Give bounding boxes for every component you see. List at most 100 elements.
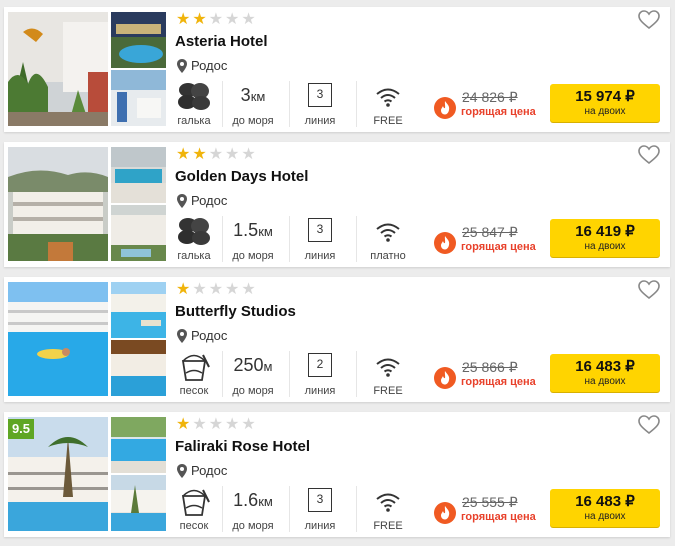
beach-line: 3 линия	[289, 486, 350, 532]
beach-line-value: 3	[308, 83, 332, 107]
hotel-photo-main[interactable]	[8, 12, 108, 126]
hot-price-label: горящая цена	[461, 511, 536, 523]
price-value: 16 483 ₽	[575, 493, 635, 510]
favorite-heart-icon[interactable]	[638, 415, 660, 435]
hotel-photo-thumb[interactable]	[111, 205, 166, 261]
star-empty-icon: ★	[241, 416, 256, 433]
star-filled-icon: ★	[176, 416, 191, 433]
sand-bucket-icon	[181, 489, 210, 516]
star-rating: ★ ★ ★ ★ ★	[176, 282, 256, 298]
location-pin-icon	[177, 328, 187, 343]
beach-line-label: линия	[304, 115, 336, 127]
beach-type-label: песок	[179, 385, 209, 397]
hotel-photo-thumb-image	[111, 282, 166, 338]
fire-icon	[434, 97, 456, 119]
star-empty-icon: ★	[241, 281, 256, 298]
hotel-name[interactable]: Faliraki Rose Hotel	[175, 438, 310, 455]
hotel-photo-thumb[interactable]	[111, 147, 166, 203]
beach-line-label: линия	[304, 250, 336, 262]
price-sub-label: на двоих	[584, 376, 626, 387]
hotel-name[interactable]: Asteria Hotel	[175, 33, 268, 50]
old-price: 25 555 ₽	[462, 494, 518, 510]
beach-type-label: галька	[177, 115, 211, 127]
beach-line-value: 3	[308, 488, 332, 512]
hotel-photo-thumb[interactable]	[111, 282, 166, 338]
hotel-name[interactable]: Golden Days Hotel	[175, 168, 308, 185]
favorite-heart-icon[interactable]	[638, 280, 660, 300]
beach-line-value: 2	[308, 353, 332, 377]
hotel-name[interactable]: Butterfly Studios	[175, 303, 296, 320]
hot-price-label: горящая цена	[461, 376, 536, 388]
star-filled-icon: ★	[192, 11, 207, 28]
favorite-heart-icon[interactable]	[638, 145, 660, 165]
hotel-location: Родос	[177, 463, 227, 478]
star-empty-icon: ★	[241, 146, 256, 163]
favorite-heart-icon[interactable]	[638, 10, 660, 30]
star-empty-icon: ★	[208, 146, 224, 163]
sea-distance-label: до моря	[232, 115, 274, 127]
hotel-photo-thumb-image	[111, 70, 166, 126]
beach-line: 3 линия	[289, 81, 350, 127]
star-empty-icon: ★	[192, 281, 207, 298]
hotel-photo-thumb-image	[111, 417, 166, 473]
hotel-photo-thumb[interactable]	[111, 70, 166, 126]
sea-distance-unit: км	[258, 224, 273, 239]
hotel-photo-thumb-image	[111, 340, 166, 396]
hotel-card[interactable]: ★ ★ ★ ★ ★ Golden Days Hotel Родос галька 1.5…	[4, 142, 670, 267]
star-filled-icon: ★	[176, 146, 191, 163]
wifi-info: FREE	[356, 486, 419, 532]
location-text: Родос	[191, 193, 228, 208]
hotel-photo-thumb[interactable]	[111, 12, 166, 68]
price-button[interactable]: 16 483 ₽ на двоих	[550, 489, 660, 527]
price-sub-label: на двоих	[584, 241, 626, 252]
hotel-photo-thumb-image	[111, 12, 166, 68]
hotel-photo-image	[8, 282, 108, 396]
star-empty-icon: ★	[225, 416, 240, 433]
hotel-photo-main[interactable]	[8, 147, 108, 261]
star-empty-icon: ★	[225, 146, 240, 163]
sea-distance-value: 1.6	[233, 490, 259, 510]
price-button[interactable]: 16 483 ₽ на двоих	[550, 354, 660, 392]
rating-badge: 9.5	[8, 419, 34, 439]
pebbles-icon	[178, 83, 210, 110]
hotel-card[interactable]: ★ ★ ★ ★ ★ Butterfly Studios Родос песок 250м…	[4, 277, 670, 402]
wifi-label: FREE	[373, 115, 403, 127]
hotel-photo-thumb[interactable]	[111, 340, 166, 396]
sea-distance-value: 3	[240, 85, 251, 105]
price-button[interactable]: 16 419 ₽ на двоих	[550, 219, 660, 257]
star-rating: ★ ★ ★ ★ ★	[176, 147, 256, 163]
sea-distance-unit: м	[263, 359, 273, 374]
beach-type: галька	[174, 81, 214, 127]
hotel-photo-thumb[interactable]	[111, 475, 166, 531]
hotel-card[interactable]: 9.5 ★ ★ ★ ★ ★ Faliraki Rose Hotel Родос …	[4, 412, 670, 537]
beach-line-label: линия	[304, 385, 336, 397]
hotel-photo-main[interactable]	[8, 282, 108, 396]
star-empty-icon: ★	[241, 11, 256, 28]
sand-bucket-icon	[181, 354, 210, 381]
hotel-photo-image	[8, 147, 108, 261]
hotel-card[interactable]: ★ ★ ★ ★ ★ Asteria Hotel Родос галька 3км до …	[4, 7, 670, 132]
price-button[interactable]: 15 974 ₽ на двоих	[550, 84, 660, 122]
wifi-icon	[376, 88, 400, 107]
wifi-info: платно	[356, 216, 419, 262]
sea-distance-unit: км	[250, 89, 266, 104]
star-filled-icon: ★	[192, 146, 207, 163]
wifi-icon	[376, 223, 400, 242]
location-pin-icon	[177, 58, 187, 73]
star-empty-icon: ★	[208, 11, 224, 28]
star-rating: ★ ★ ★ ★ ★	[176, 12, 256, 28]
star-empty-icon: ★	[208, 281, 224, 298]
wifi-label: FREE	[373, 520, 403, 532]
price-value: 15 974 ₽	[575, 88, 635, 105]
beach-type: песок	[174, 351, 214, 397]
hotel-photo-image	[8, 12, 108, 126]
star-empty-icon: ★	[192, 416, 207, 433]
star-empty-icon: ★	[225, 11, 240, 28]
wifi-label: FREE	[373, 385, 403, 397]
star-empty-icon: ★	[208, 416, 224, 433]
sea-distance: 1.5км до моря	[222, 216, 283, 262]
hotel-photo-thumb-image	[111, 205, 166, 261]
hotel-photo-thumb[interactable]	[111, 417, 166, 473]
beach-type-label: галька	[177, 250, 211, 262]
sea-distance: 1.6км до моря	[222, 486, 283, 532]
